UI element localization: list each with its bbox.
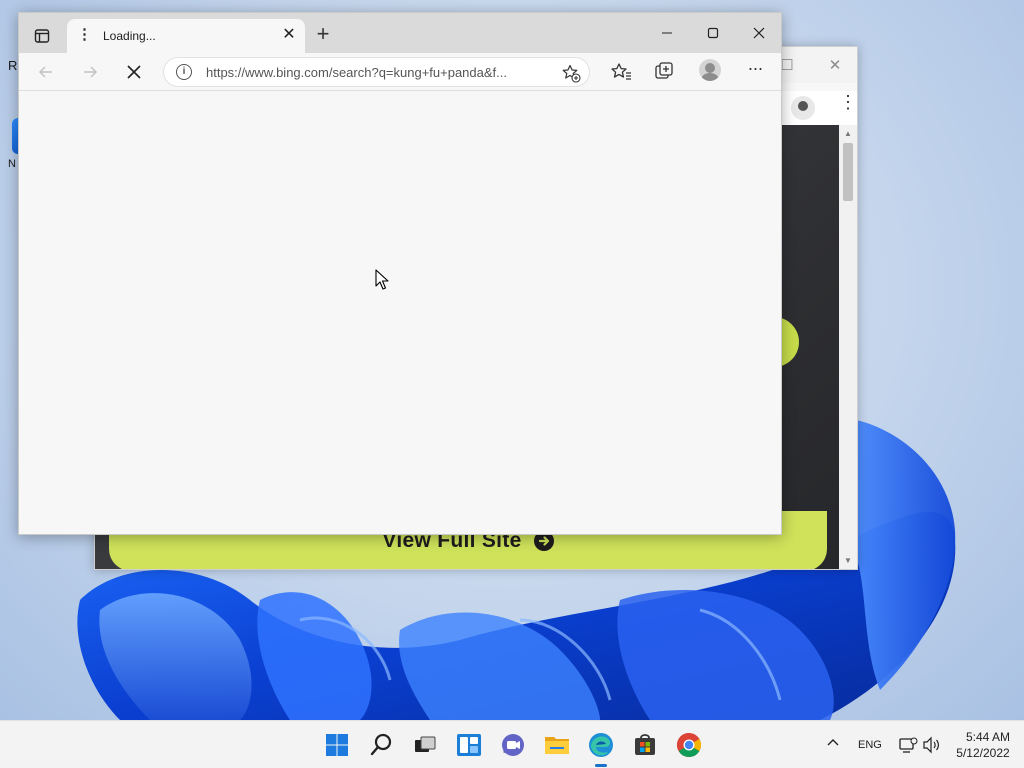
- language-indicator[interactable]: ENG: [858, 739, 882, 751]
- scroll-up-icon[interactable]: ▲: [844, 129, 852, 138]
- teams-chat-icon: [502, 734, 524, 756]
- search-icon: [370, 733, 392, 756]
- desktop-icon-label-fragment: R: [8, 58, 18, 73]
- minimize-icon: [662, 32, 672, 34]
- volume-icon[interactable]: [922, 736, 942, 754]
- maximize-button[interactable]: [691, 19, 735, 47]
- chrome-button[interactable]: [674, 730, 704, 760]
- maximize-icon: [707, 27, 719, 39]
- browser-tab[interactable]: ⋮ Loading... ✕: [67, 19, 305, 53]
- desktop-icon-label-fragment: N: [8, 158, 16, 170]
- active-app-indicator: [595, 764, 607, 767]
- store-icon: [635, 734, 655, 755]
- minimize-button[interactable]: [645, 19, 689, 47]
- forward-button[interactable]: [75, 58, 105, 86]
- start-icon: [326, 734, 348, 756]
- clock-time[interactable]: 5:44 AM: [960, 730, 1016, 744]
- edge-taskbar-button[interactable]: [586, 730, 616, 760]
- mouse-cursor-icon: [375, 269, 389, 290]
- teams-chat-button[interactable]: [498, 730, 528, 760]
- stop-icon: [127, 65, 141, 79]
- background-menu-icon[interactable]: ⋮: [839, 93, 857, 118]
- url-text[interactable]: https://www.bing.com/search?q=kung+fu+pa…: [206, 65, 507, 80]
- background-profile-icon[interactable]: [791, 96, 815, 120]
- widgets-icon: [457, 734, 481, 756]
- back-arrow-icon: [38, 66, 52, 78]
- background-close-button[interactable]: ✕: [815, 53, 855, 79]
- close-icon: [753, 27, 765, 39]
- search-button[interactable]: [366, 730, 396, 760]
- forward-arrow-icon: [84, 66, 98, 78]
- favorites-icon[interactable]: [609, 60, 633, 84]
- show-hidden-icons-chevron-icon[interactable]: [826, 736, 840, 750]
- tab-actions-button[interactable]: [29, 23, 55, 49]
- scroll-thumb[interactable]: [843, 143, 853, 201]
- more-menu-button[interactable]: ···: [743, 59, 767, 83]
- edge-browser-window[interactable]: ⋮ Loading... ✕ + i https://www.bing.com/…: [18, 12, 782, 535]
- network-icon[interactable]: [898, 736, 918, 754]
- navigation-bar: i https://www.bing.com/search?q=kung+fu+…: [19, 53, 781, 91]
- file-explorer-button[interactable]: [542, 730, 572, 760]
- stop-loading-button[interactable]: [119, 58, 149, 86]
- back-button[interactable]: [31, 58, 61, 86]
- tab-title: Loading...: [103, 29, 156, 43]
- widgets-button[interactable]: [454, 730, 484, 760]
- site-info-icon[interactable]: i: [176, 64, 192, 80]
- loading-icon: ⋮: [77, 26, 92, 43]
- file-explorer-icon: [545, 737, 569, 754]
- chrome-icon: [676, 733, 702, 758]
- task-view-icon: [415, 736, 436, 752]
- background-scrollbar[interactable]: ▲ ▼: [839, 125, 857, 569]
- tab-actions-icon: [34, 29, 50, 43]
- task-view-button[interactable]: [410, 730, 440, 760]
- start-button[interactable]: [322, 730, 352, 760]
- collections-icon[interactable]: [653, 60, 677, 84]
- profile-icon[interactable]: [699, 59, 721, 81]
- page-content-loading: [19, 91, 781, 534]
- add-favorite-icon[interactable]: [561, 63, 581, 83]
- address-bar[interactable]: i https://www.bing.com/search?q=kung+fu+…: [163, 57, 590, 87]
- tab-close-icon[interactable]: ✕: [279, 25, 299, 45]
- store-button[interactable]: [630, 730, 660, 760]
- tab-strip[interactable]: ⋮ Loading... ✕ +: [19, 13, 781, 53]
- taskbar: ENG 5:44 AM 5/12/2022: [0, 720, 1024, 768]
- edge-icon: [589, 733, 613, 757]
- new-tab-button[interactable]: +: [311, 23, 335, 47]
- close-button[interactable]: [737, 19, 781, 47]
- scroll-down-icon[interactable]: ▼: [844, 556, 852, 565]
- clock-date[interactable]: 5/12/2022: [952, 746, 1014, 760]
